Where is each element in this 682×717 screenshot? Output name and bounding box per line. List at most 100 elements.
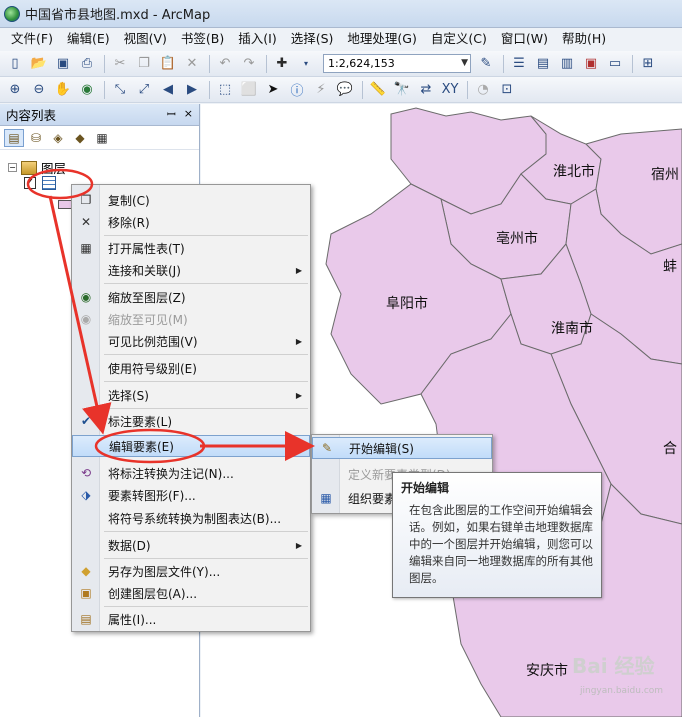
menu-file[interactable]: 文件(F) — [4, 28, 60, 50]
menu-item-label: 将符号系统转换为制图表达(B)... — [108, 511, 282, 526]
menu-item-label-features[interactable]: ✔ 标注要素(L) — [72, 410, 310, 432]
search-window-icon[interactable]: ▥ — [556, 54, 578, 74]
arctoolbox-icon[interactable]: ▣ — [580, 54, 602, 74]
map-scale-input[interactable]: 1:2,624,153 ▼ — [323, 54, 471, 73]
pan-icon[interactable]: ✋ — [52, 80, 74, 100]
menu-item-zoom-to-visible[interactable]: ◉ 缩放至可见(M) — [72, 308, 310, 330]
pin-icon[interactable]: ꟷ — [167, 107, 176, 122]
fixed-zoom-in-icon[interactable]: ⤡ — [109, 80, 131, 100]
fixed-zoom-out-icon[interactable]: ⤢ — [133, 80, 155, 100]
select-features-icon[interactable]: ⬚ — [214, 80, 236, 100]
modelbuilder-icon[interactable]: ⊞ — [637, 54, 659, 74]
layers-root-node[interactable]: − 图层 — [8, 158, 66, 177]
standard-toolbar: ▯ 📂 ▣ ⎙ ✂ ❐ 📋 ✕ ↶ ↷ ✚ ▾ 1:2,624,153 ▼ ✎ … — [0, 51, 682, 77]
html-popup-icon[interactable]: 💬 — [334, 80, 356, 100]
label-bengbu: 蚌 — [663, 259, 677, 275]
forward-extent-icon[interactable]: ▶ — [181, 80, 203, 100]
menu-item-remove[interactable]: ✕ 移除(R) — [72, 211, 310, 233]
python-window-icon[interactable]: ▭ — [604, 54, 626, 74]
menu-separator — [104, 381, 308, 382]
time-slider-icon[interactable]: ◔ — [472, 80, 494, 100]
menu-view[interactable]: 视图(V) — [117, 28, 174, 50]
menu-insert[interactable]: 插入(I) — [231, 28, 283, 50]
add-data-icon[interactable]: ✚ — [271, 54, 293, 74]
submenu-arrow-icon: ▶ — [295, 540, 302, 550]
redo-icon[interactable]: ↷ — [238, 54, 260, 74]
toolbar-separator — [467, 80, 468, 99]
tooltip-body: 在包含此图层的工作空间开始编辑会话。例如，如果右键单击地理数据库中的一个图层并开… — [409, 503, 593, 585]
menu-selection[interactable]: 选择(S) — [284, 28, 341, 50]
catalog-window-icon[interactable]: ▤ — [532, 54, 554, 74]
new-document-icon[interactable]: ▯ — [4, 54, 26, 74]
start-editing-tooltip: 开始编辑 在包含此图层的工作空间开始编辑会话。例如，如果右键单击地理数据库中的一… — [392, 472, 602, 598]
menu-help[interactable]: 帮助(H) — [555, 28, 613, 50]
collapse-icon[interactable]: − — [8, 163, 17, 172]
list-by-source-icon[interactable]: ⛁ — [26, 129, 46, 147]
layers-icon — [21, 160, 37, 175]
save-icon[interactable]: ▣ — [52, 54, 74, 74]
chevron-down-icon[interactable]: ▼ — [461, 55, 468, 72]
paste-icon[interactable]: 📋 — [157, 54, 179, 74]
full-extent-icon[interactable]: ◉ — [76, 80, 98, 100]
menu-bookmarks[interactable]: 书签(B) — [174, 28, 231, 50]
menu-item-convert-labels-to-annotation[interactable]: ⟲ 将标注转换为注记(N)... — [72, 462, 310, 484]
list-by-selection-icon[interactable]: ◆ — [70, 129, 90, 147]
layer-node[interactable]: ✓ — [24, 176, 56, 190]
hyperlink-icon[interactable]: ⚡ — [310, 80, 332, 100]
menu-customize[interactable]: 自定义(C) — [424, 28, 494, 50]
find-icon[interactable]: 🔭 — [391, 80, 413, 100]
menu-item-visible-scale-range[interactable]: 可见比例范围(V) ▶ — [72, 330, 310, 352]
menu-geoprocessing[interactable]: 地理处理(G) — [340, 28, 423, 50]
menu-item-label: 标注要素(L) — [108, 414, 173, 429]
dropdown-arrow-icon[interactable]: ▾ — [295, 54, 317, 74]
menu-item-label: 打开属性表(T) — [108, 241, 185, 256]
copy-icon[interactable]: ❐ — [133, 54, 155, 74]
go-to-xy-icon[interactable]: XY — [439, 80, 461, 100]
menu-item-convert-symbology[interactable]: 将符号系统转换为制图表达(B)... — [72, 507, 310, 529]
menu-separator — [104, 606, 308, 607]
toolbar-separator — [104, 54, 105, 73]
zoom-layer-icon: ◉ — [80, 290, 92, 304]
cut-icon[interactable]: ✂ — [109, 54, 131, 74]
menu-item-label: 开始编辑(S) — [349, 441, 414, 456]
menu-item-convert-features-to-graphics[interactable]: ⬗ 要素转图形(F)... — [72, 484, 310, 506]
options-icon[interactable]: ▦ — [92, 129, 112, 147]
toc-window-icon[interactable]: ☰ — [508, 54, 530, 74]
close-icon[interactable]: × — [184, 107, 193, 122]
menu-edit[interactable]: 编辑(E) — [60, 28, 117, 50]
clear-selection-icon[interactable]: ⬜ — [238, 80, 260, 100]
menu-item-save-as-layer-file[interactable]: ◆ 另存为图层文件(Y)... — [72, 560, 310, 582]
menu-item-zoom-to-layer[interactable]: ◉ 缩放至图层(Z) — [72, 286, 310, 308]
menu-windows[interactable]: 窗口(W) — [494, 28, 555, 50]
toolbar-separator — [362, 80, 363, 99]
menu-item-properties[interactable]: ▤ 属性(I)... — [72, 608, 310, 630]
menu-item-label: 移除(R) — [108, 215, 150, 230]
menu-item-label: 数据(D) — [108, 538, 151, 553]
menu-item-copy[interactable]: ❐ 复制(C) — [72, 189, 310, 211]
viewer-window-icon[interactable]: ⊡ — [496, 80, 518, 100]
measure-icon[interactable]: 📏 — [367, 80, 389, 100]
list-by-visibility-icon[interactable]: ◈ — [48, 129, 68, 147]
menu-item-data[interactable]: 数据(D) ▶ — [72, 534, 310, 556]
menu-item-create-layer-package[interactable]: ▣ 创建图层包(A)... — [72, 582, 310, 604]
open-folder-icon[interactable]: 📂 — [28, 54, 50, 74]
identify-icon[interactable]: ⓘ — [286, 80, 308, 100]
zoom-in-icon[interactable]: ⊕ — [4, 80, 26, 100]
undo-icon[interactable]: ↶ — [214, 54, 236, 74]
find-route-icon[interactable]: ⇄ — [415, 80, 437, 100]
menu-item-selection[interactable]: 选择(S) ▶ — [72, 384, 310, 406]
print-icon[interactable]: ⎙ — [76, 54, 98, 74]
editor-toolbar-icon[interactable]: ✎ — [475, 54, 497, 74]
delete-icon[interactable]: ✕ — [181, 54, 203, 74]
select-elements-icon[interactable]: ➤ — [262, 80, 284, 100]
menu-item-joins-relates[interactable]: 连接和关联(J) ▶ — [72, 259, 310, 281]
back-extent-icon[interactable]: ◀ — [157, 80, 179, 100]
list-by-drawing-order-icon[interactable]: ▤ — [4, 128, 24, 147]
menu-item-edit-features[interactable]: 编辑要素(E) ▶ — [72, 435, 310, 457]
menu-item-use-symbol-levels[interactable]: 使用符号级别(E) — [72, 357, 310, 379]
zoom-out-icon[interactable]: ⊖ — [28, 80, 50, 100]
menu-separator — [104, 283, 308, 284]
layer-visibility-checkbox[interactable]: ✓ — [24, 177, 36, 189]
menu-item-start-editing[interactable]: ✎ 开始编辑(S) — [312, 437, 492, 459]
menu-item-open-attribute-table[interactable]: ▦ 打开属性表(T) — [72, 237, 310, 259]
